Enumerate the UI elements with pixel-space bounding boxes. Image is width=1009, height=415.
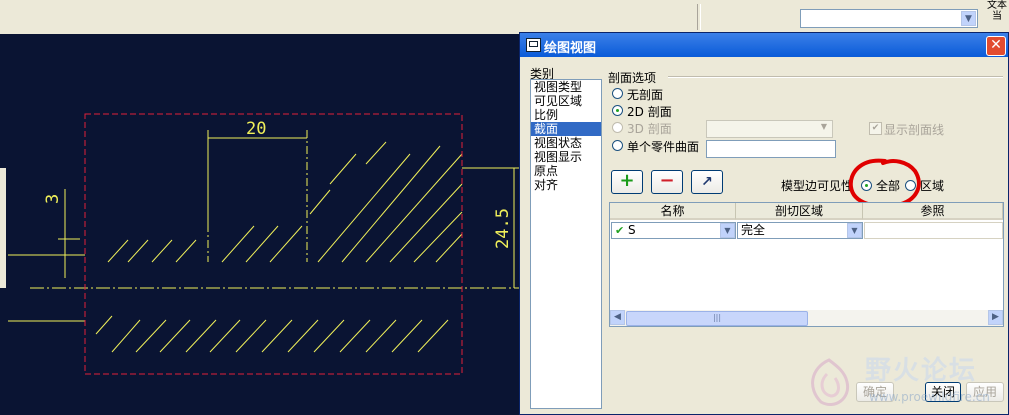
radio-3d-section[interactable] [612,122,623,133]
scrollbar-thumb[interactable]: ||| [626,311,808,326]
dialog-title: 绘图视图 [544,41,597,56]
table-cell-name-value: S [628,223,636,237]
column-header-reference[interactable]: 参照 [863,203,1003,220]
category-item-visible-area[interactable]: 可见区域 [531,94,601,108]
single-part-surface-input[interactable] [706,140,836,158]
table-cell-reference[interactable] [864,222,1003,239]
category-item-scale[interactable]: 比例 [531,108,601,122]
radio-3d-section-label: 3D 剖面 [627,122,672,136]
main-toolbar: ▼ 文本 当 [0,0,1009,34]
show-hatch-checkbox[interactable]: ✔ [869,122,882,135]
watermark-title: 野火论坛 [865,356,978,386]
radio-no-section-label: 无剖面 [627,88,664,102]
flame-logo-icon [811,358,850,406]
dialog-titlebar[interactable]: 绘图视图 ✕ [520,33,1008,57]
radio-2d-section-label: 2D 剖面 [627,105,672,119]
dim-text-20: 20 [246,119,266,139]
radio-2d-section[interactable] [612,105,623,116]
category-item-section[interactable]: 截面 [531,122,601,136]
3d-section-combobox[interactable]: ▼ [706,120,833,138]
category-item-view-state[interactable]: 视图状态 [531,136,601,150]
chevron-down-icon[interactable]: ▼ [847,223,862,238]
column-header-cut-region[interactable]: 剖切区域 [736,203,863,220]
radio-no-section[interactable] [612,88,623,99]
table-cell-cut-region-value: 完全 [741,223,766,237]
dim-text-24-5: 24.5 [493,208,513,249]
window-icon [526,38,541,52]
chevron-left-icon[interactable]: ◀ [610,310,625,325]
section-options-label: 剖面选项 [608,71,657,85]
category-item-alignment[interactable]: 对齐 [531,178,601,192]
remove-section-button[interactable]: − [651,170,683,194]
group-divider [668,76,1003,78]
check-icon: ✔ [615,224,625,237]
category-list[interactable]: 视图类型 可见区域 比例 截面 视图状态 视图显示 原点 对齐 [530,79,602,409]
chevron-down-icon[interactable]: ▼ [961,11,976,26]
toolbar-combobox[interactable]: ▼ [800,9,978,28]
column-header-name[interactable]: 名称 [610,203,736,220]
watermark-url: www.proewildfire.cn [869,390,990,404]
table-cell-cut-region[interactable]: 完全 ▼ [737,222,863,239]
category-item-view-type[interactable]: 视图类型 [531,80,601,94]
radio-single-part-surface[interactable] [612,140,623,151]
chevron-down-icon: ▼ [820,122,828,131]
chevron-right-icon[interactable]: ▶ [988,310,1003,325]
category-item-view-display[interactable]: 视图显示 [531,150,601,164]
chevron-down-icon[interactable]: ▼ [720,223,735,238]
section-table: 名称 剖切区域 参照 ✔ S ▼ 完全 ▼ ◀ ||| ▶ [609,202,1004,327]
model-edge-visibility-label: 模型边可见性 [781,179,854,193]
horizontal-scrollbar[interactable]: ◀ ||| ▶ [610,310,1003,326]
show-hatch-label: 显示剖面线 [884,123,945,137]
section-hatch [95,141,463,353]
radio-single-part-surface-label: 单个零件曲面 [627,140,700,154]
close-icon[interactable]: ✕ [986,36,1006,56]
add-section-button[interactable]: + [611,170,643,194]
forum-watermark: 野火论坛 www.proewildfire.cn [797,348,1009,415]
toolbar-separator [697,4,701,30]
category-item-origin[interactable]: 原点 [531,164,601,178]
view-boundary [84,113,463,375]
dim-text-3: 3 [43,194,63,204]
edit-section-button[interactable]: ↗ [691,170,723,194]
drawing-canvas[interactable]: 20 24.5 3 [0,34,520,415]
table-cell-name[interactable]: ✔ S ▼ [611,222,736,239]
toolbar-text-label: 文本 当 [987,0,1007,22]
